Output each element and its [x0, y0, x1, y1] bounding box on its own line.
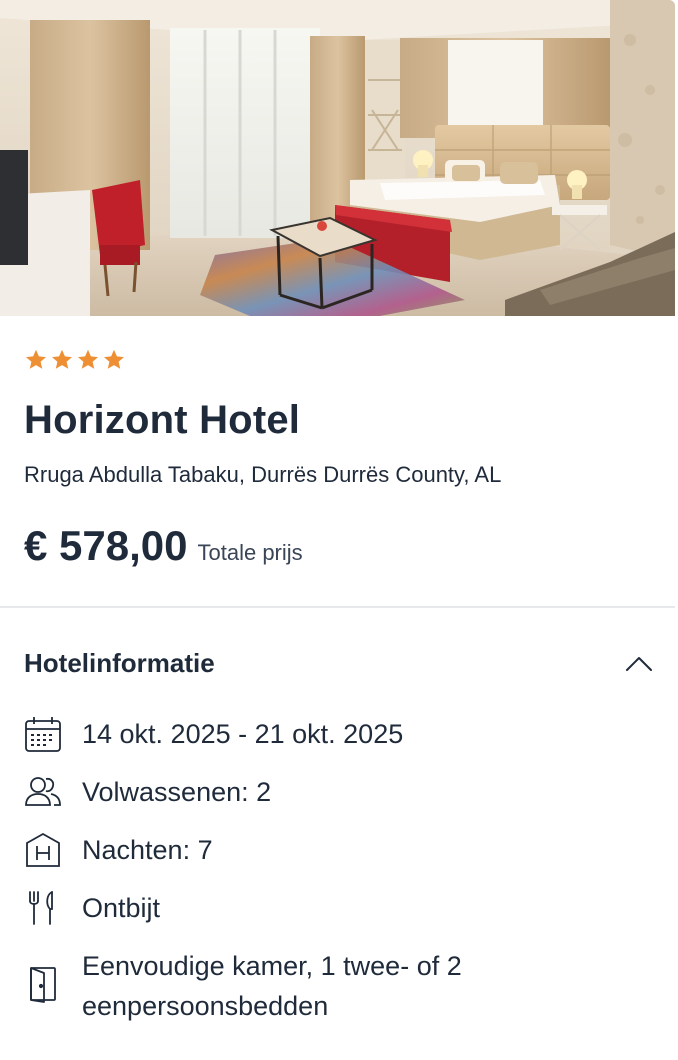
price-row: € 578,00 Totale prijs: [24, 522, 303, 570]
list-item-nights: Nachten: 7: [24, 828, 654, 872]
hotel-info-list: 14 okt. 2025 - 21 okt. 2025 Volwassenen:…: [24, 712, 654, 1040]
dates-text: 14 okt. 2025 - 21 okt. 2025: [82, 719, 404, 749]
section-divider: [0, 606, 675, 608]
users-icon: [24, 770, 64, 814]
calendar-icon: [24, 712, 64, 756]
star-icon: [104, 349, 124, 369]
adults-text: Volwassenen: 2: [82, 777, 272, 807]
price-label: Totale prijs: [197, 540, 303, 565]
list-item-board: Ontbijt: [24, 886, 654, 930]
list-item-adults: Volwassenen: 2: [24, 770, 654, 814]
list-item-room: Eenvoudige kamer, 1 twee- of 2 eenpersoo…: [24, 944, 654, 1026]
hotel-card: Horizont Hotel Rruga Abdulla Tabaku, Dur…: [0, 0, 678, 1060]
star-icon: [52, 349, 72, 369]
section-title: Hotelinformatie: [24, 648, 215, 678]
room-text: Eenvoudige kamer, 1 twee- of 2 eenpersoo…: [82, 951, 462, 1021]
door-icon: [24, 962, 64, 1006]
cutlery-icon: [24, 886, 64, 930]
chevron-up-icon[interactable]: [624, 654, 654, 674]
hotel-address: Rruga Abdulla Tabaku, Durrës Durrës Coun…: [24, 462, 502, 487]
list-item-dates: 14 okt. 2025 - 21 okt. 2025: [24, 712, 654, 756]
hotel-icon: [24, 828, 64, 872]
star-rating: [24, 348, 126, 372]
hotel-info-toggle[interactable]: Hotelinformatie: [24, 648, 654, 679]
nights-text: Nachten: 7: [82, 835, 213, 865]
total-price: € 578,00: [24, 522, 188, 569]
star-icon: [26, 349, 46, 369]
board-text: Ontbijt: [82, 893, 161, 923]
hotel-name: Horizont Hotel: [24, 398, 301, 442]
hotel-room-photo[interactable]: [0, 0, 675, 316]
star-icon: [78, 349, 98, 369]
